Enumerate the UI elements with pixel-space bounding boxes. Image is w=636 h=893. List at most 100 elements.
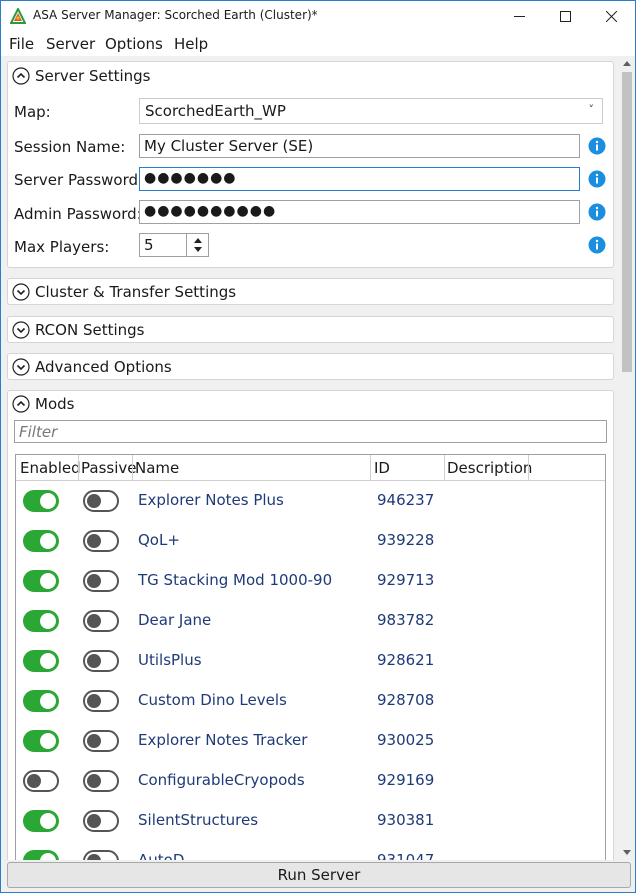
table-row[interactable]: TG Stacking Mod 1000-90 929713: [16, 561, 605, 601]
passive-toggle[interactable]: [83, 650, 119, 672]
cluster-settings-group[interactable]: Cluster & Transfer Settings: [7, 278, 614, 305]
mods-header[interactable]: Mods: [12, 393, 74, 415]
enabled-toggle[interactable]: [23, 770, 59, 792]
column-enabled[interactable]: Enabled: [20, 459, 81, 477]
run-server-button[interactable]: Run Server: [7, 862, 631, 888]
enabled-toggle[interactable]: [23, 850, 59, 860]
advanced-options-header[interactable]: Advanced Options: [12, 356, 172, 378]
passive-toggle[interactable]: [83, 490, 119, 512]
table-row[interactable]: Dear Jane 983782: [16, 601, 605, 641]
max-players-spinner[interactable]: 5: [139, 233, 209, 257]
mod-name: Custom Dino Levels: [138, 691, 287, 709]
scroll-thumb[interactable]: [622, 72, 632, 372]
mod-id: 931047: [377, 851, 435, 860]
toggle-knob: [40, 813, 56, 829]
server-settings-header[interactable]: Server Settings: [12, 65, 150, 87]
column-id[interactable]: ID: [374, 459, 390, 477]
passive-toggle[interactable]: [83, 610, 119, 632]
passive-toggle[interactable]: [83, 770, 119, 792]
scroll-down-icon[interactable]: [623, 850, 631, 855]
title-bar[interactable]: ASA Server Manager: Scorched Earth (Clus…: [1, 1, 635, 32]
passive-toggle[interactable]: [83, 530, 119, 552]
table-row[interactable]: ConfigurableCryopods 929169: [16, 761, 605, 801]
column-passive[interactable]: Passive: [81, 459, 136, 477]
toggle-knob: [40, 853, 56, 860]
chevron-down-icon: [12, 358, 30, 376]
table-row[interactable]: Custom Dino Levels 928708: [16, 681, 605, 721]
passive-toggle[interactable]: [83, 690, 119, 712]
minimize-button[interactable]: [496, 1, 542, 32]
server-settings-title: Server Settings: [35, 67, 151, 85]
mod-id: 930381: [377, 811, 435, 829]
session-name-input[interactable]: My Cluster Server (SE): [139, 134, 580, 158]
minimize-icon: [513, 16, 525, 17]
passive-toggle[interactable]: [83, 850, 119, 860]
toggle-knob: [87, 774, 101, 788]
passive-toggle[interactable]: [83, 810, 119, 832]
enabled-toggle[interactable]: [23, 530, 59, 552]
close-button[interactable]: [588, 1, 634, 32]
mod-name: Explorer Notes Plus: [138, 491, 284, 509]
info-icon[interactable]: [588, 170, 606, 188]
admin-password-input[interactable]: ●●●●●●●●●●: [139, 200, 580, 224]
map-select[interactable]: ScorchedEarth_WP ˅: [139, 98, 603, 124]
server-password-input[interactable]: ●●●●●●●: [139, 167, 580, 191]
toggle-knob: [87, 654, 101, 668]
cluster-settings-header[interactable]: Cluster & Transfer Settings: [12, 281, 236, 303]
table-row[interactable]: Explorer Notes Tracker 930025: [16, 721, 605, 761]
rcon-settings-header[interactable]: RCON Settings: [12, 319, 144, 341]
menu-server[interactable]: Server: [46, 35, 95, 53]
toggle-knob: [87, 494, 101, 508]
admin-password-label: Admin Password:: [14, 205, 142, 223]
info-icon[interactable]: [588, 203, 606, 221]
server-password-label: Server Password:: [14, 171, 144, 189]
enabled-toggle[interactable]: [23, 810, 59, 832]
table-row[interactable]: AutoD 931047: [16, 841, 605, 860]
table-row[interactable]: SilentStructures 930381: [16, 801, 605, 841]
chevron-up-icon: [12, 67, 30, 85]
scroll-up-icon[interactable]: [623, 61, 631, 66]
enabled-toggle[interactable]: [23, 610, 59, 632]
mod-id: 946237: [377, 491, 435, 509]
maximize-button[interactable]: [542, 1, 588, 32]
spin-up-icon[interactable]: [194, 238, 202, 243]
mods-group: Mods Filter Enabled Passive Name ID Desc…: [7, 390, 614, 860]
column-description[interactable]: Description: [447, 459, 532, 477]
column-divider[interactable]: [370, 455, 371, 480]
enabled-toggle[interactable]: [23, 730, 59, 752]
mod-id: 939228: [377, 531, 435, 549]
mod-id: 929169: [377, 771, 435, 789]
column-divider[interactable]: [132, 455, 133, 480]
enabled-toggle[interactable]: [23, 690, 59, 712]
table-row[interactable]: QoL+ 939228: [16, 521, 605, 561]
spinner-buttons[interactable]: [186, 234, 208, 256]
toggle-knob: [87, 854, 101, 860]
table-row[interactable]: UtilsPlus 928621: [16, 641, 605, 681]
enabled-toggle[interactable]: [23, 650, 59, 672]
column-divider[interactable]: [444, 455, 445, 480]
column-name[interactable]: Name: [135, 459, 179, 477]
menu-help[interactable]: Help: [174, 35, 208, 53]
passive-toggle[interactable]: [83, 730, 119, 752]
passive-toggle[interactable]: [83, 570, 119, 592]
rcon-settings-group[interactable]: RCON Settings: [7, 316, 614, 343]
enabled-toggle[interactable]: [23, 490, 59, 512]
mods-filter-input[interactable]: Filter: [14, 420, 607, 443]
info-icon[interactable]: [588, 137, 606, 155]
app-logo-icon: [10, 8, 26, 24]
advanced-options-group[interactable]: Advanced Options: [7, 353, 614, 380]
column-divider[interactable]: [78, 455, 79, 480]
toggle-knob: [40, 533, 56, 549]
vertical-scrollbar[interactable]: [619, 56, 635, 860]
column-divider[interactable]: [528, 455, 529, 480]
enabled-toggle[interactable]: [23, 570, 59, 592]
toggle-knob: [40, 653, 56, 669]
spin-down-icon[interactable]: [194, 247, 202, 252]
table-row[interactable]: Explorer Notes Plus 946237: [16, 481, 605, 521]
menu-options[interactable]: Options: [105, 35, 163, 53]
menu-file[interactable]: File: [9, 35, 34, 53]
mod-id: 930025: [377, 731, 435, 749]
toggle-knob: [87, 814, 101, 828]
info-icon[interactable]: [588, 236, 606, 254]
toggle-knob: [87, 614, 101, 628]
